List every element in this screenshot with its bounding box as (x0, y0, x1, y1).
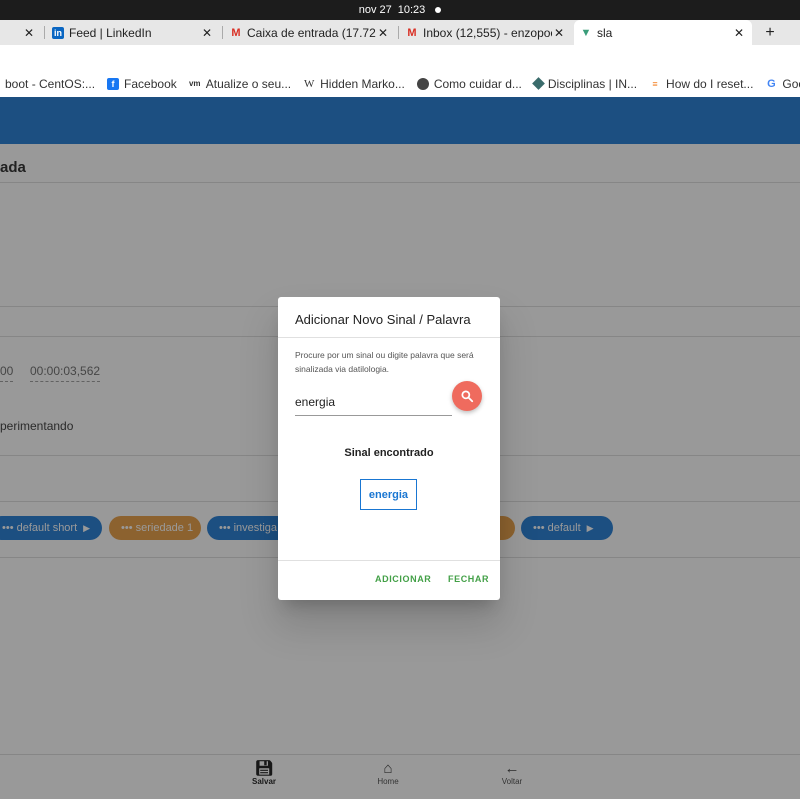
stackoverflow-icon: ≡ (652, 78, 658, 89)
bookmark-label: boot - CentOS:... (5, 76, 96, 91)
tab-gmail-caixa[interactable]: M Caixa de entrada (17.720) ✕ (224, 20, 396, 45)
bookmark-item[interactable]: Disciplinas | IN... (532, 76, 638, 91)
bookmark-item[interactable]: W Hidden Marko... (303, 77, 405, 91)
bookmark-label: Atualize o seu... (205, 76, 292, 91)
tab-sla[interactable]: ▼ sla ✕ (574, 20, 752, 45)
tab-label: sla (597, 25, 613, 40)
dialog-title: Adicionar Novo Sinal / Palavra (295, 312, 471, 327)
dialog-description: Procure por um sinal ou digite palavra q… (295, 350, 474, 374)
linkedin-icon: in (52, 26, 64, 39)
bookmark-item[interactable]: Como cuidar d... (416, 76, 522, 91)
google-icon: G (767, 77, 776, 90)
tab-label: Feed | LinkedIn (69, 25, 152, 40)
tab-linkedin[interactable]: in Feed | LinkedIn ✕ (46, 20, 220, 45)
system-top-bar: nov 27 10:23 (0, 0, 800, 20)
bookmark-item[interactable]: f Facebook (107, 77, 177, 91)
bookmark-item[interactable]: G Google (765, 77, 800, 91)
tab-label: Inbox (12,555) - enzopoeta (423, 25, 552, 40)
divider (278, 560, 500, 561)
diamond-icon (532, 77, 545, 90)
bookmark-label: Facebook (124, 76, 177, 91)
close-icon[interactable]: ✕ (732, 26, 746, 40)
notification-dot-icon (435, 7, 442, 13)
search-button[interactable] (452, 381, 482, 411)
bookmark-label: How do I reset... (666, 76, 754, 91)
system-time: 10:23 (397, 4, 426, 16)
bookmark-item[interactable]: boot - CentOS:... (5, 77, 95, 91)
close-icon[interactable]: ✕ (200, 26, 214, 40)
wikipedia-icon: W (303, 77, 315, 90)
browser-tab-strip: ✕ in Feed | LinkedIn ✕ M Caixa de entrad… (0, 20, 800, 45)
globe-icon (416, 77, 429, 90)
divider (278, 337, 500, 338)
close-icon[interactable]: ✕ (552, 26, 566, 40)
tab-gmail-inbox[interactable]: M Inbox (12,555) - enzopoeta ✕ (400, 20, 572, 45)
close-button[interactable]: FECHAR (448, 574, 489, 584)
system-date: nov 27 (358, 4, 392, 16)
vue-icon: ▼ (580, 26, 592, 39)
close-icon[interactable]: ✕ (376, 26, 390, 40)
gmail-icon: M (407, 26, 417, 39)
address-bar-area (0, 45, 800, 70)
bookmark-label: Hidden Marko... (320, 76, 405, 91)
add-button[interactable]: ADICIONAR (375, 574, 431, 584)
bookmark-item[interactable]: vm Atualize o seu... (189, 77, 291, 91)
found-label: Sinal encontrado (344, 447, 434, 459)
vm-icon: vm (188, 79, 201, 88)
search-input[interactable]: energia (295, 391, 452, 416)
bookmark-item[interactable]: ≡ How do I reset... (649, 77, 753, 91)
found-sign-button[interactable]: energia (360, 479, 417, 510)
gmail-icon: M (231, 26, 241, 39)
bookmark-label: Como cuidar d... (433, 76, 522, 91)
bookmarks-bar: boot - CentOS:... f Facebook vm Atualize… (0, 70, 800, 97)
browser-tab[interactable]: ✕ (0, 20, 42, 45)
bookmark-label: Google (782, 76, 800, 91)
tab-label: Caixa de entrada (17.720) (247, 25, 376, 40)
search-icon (461, 390, 474, 403)
add-sign-dialog: Adicionar Novo Sinal / Palavra Procure p… (278, 297, 500, 600)
close-icon[interactable]: ✕ (22, 26, 36, 40)
facebook-icon: f (107, 77, 120, 90)
bookmark-label: Disciplinas | IN... (547, 76, 638, 91)
new-tab-icon[interactable]: + (760, 20, 780, 45)
